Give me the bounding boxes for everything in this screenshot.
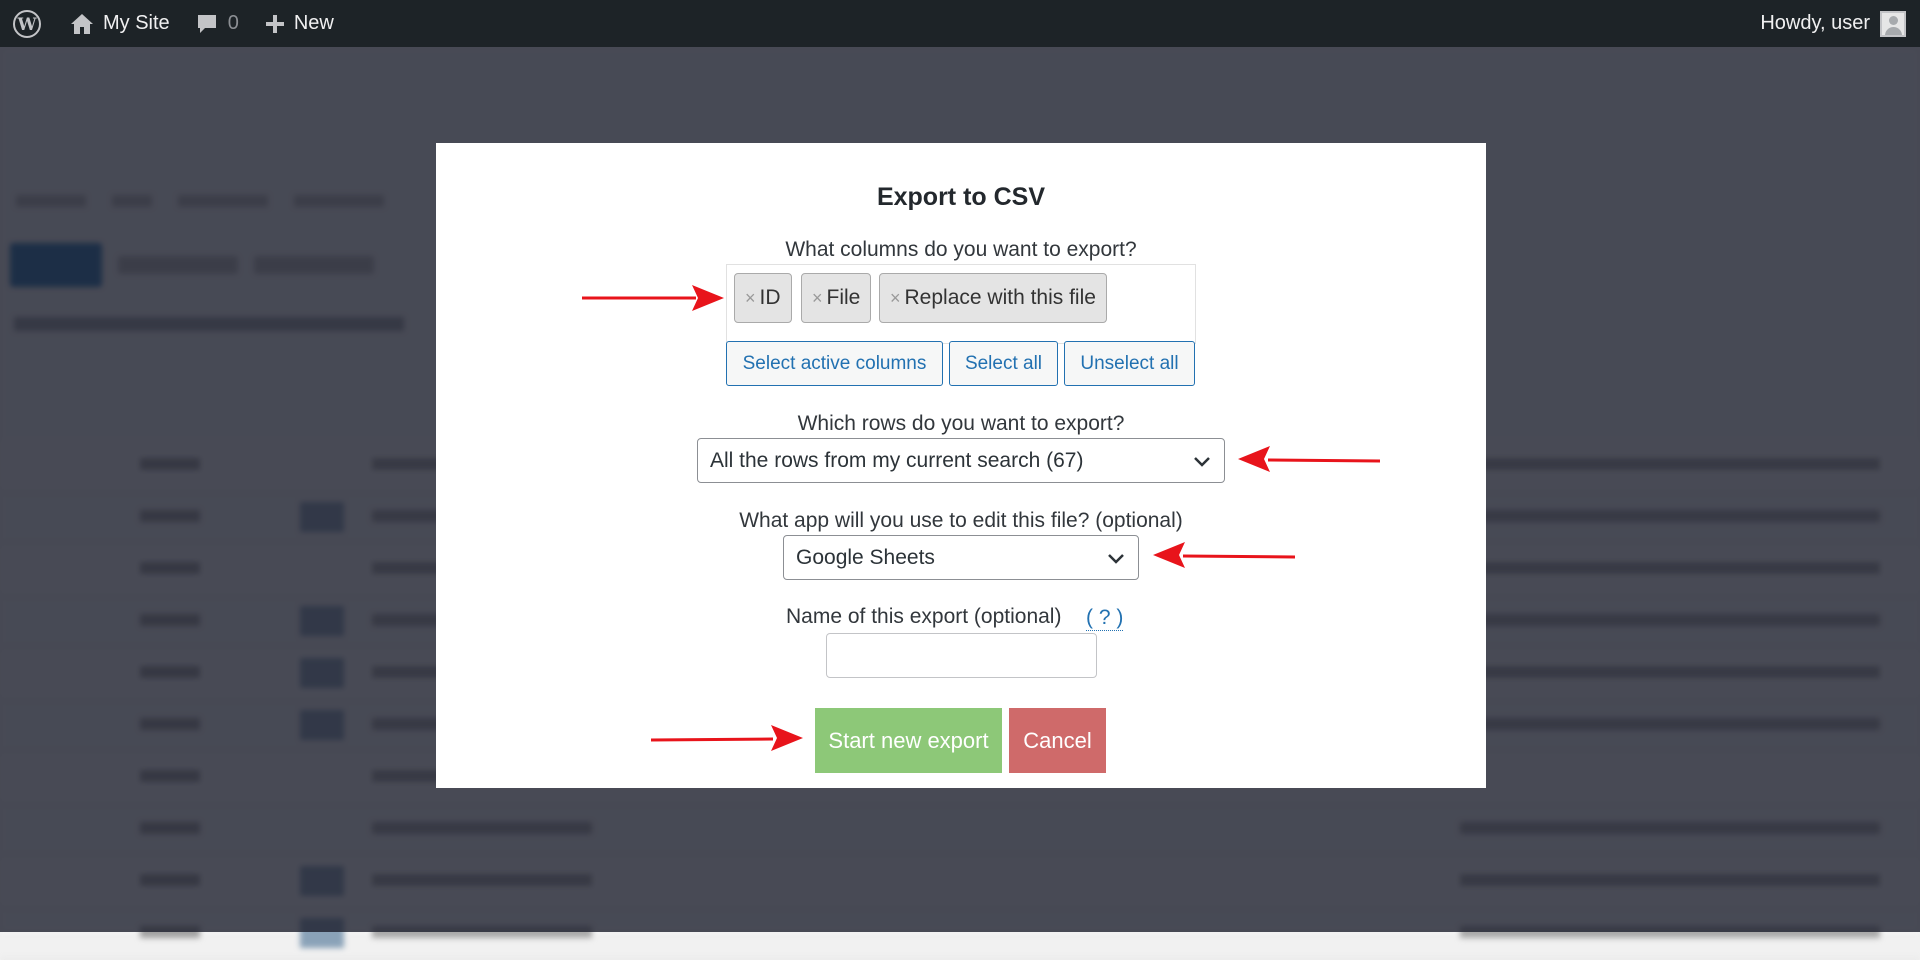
app-question: What app will you use to edit this file?… bbox=[739, 509, 1183, 532]
rows-select-value: All the rows from my current search (67) bbox=[710, 448, 1084, 472]
export-csv-modal: Export to CSV What columns do you want t… bbox=[436, 143, 1486, 788]
plus-icon bbox=[265, 14, 284, 33]
start-new-export-button[interactable]: Start new export bbox=[815, 708, 1002, 773]
remove-tag-icon[interactable]: × bbox=[812, 288, 823, 309]
unselect-all-button[interactable]: Unselect all bbox=[1064, 341, 1195, 386]
my-site-link[interactable]: My Site bbox=[54, 0, 182, 47]
columns-multiselect[interactable]: × ID × File × Replace with this file bbox=[726, 264, 1196, 344]
export-name-input[interactable] bbox=[826, 633, 1097, 678]
chevron-down-icon bbox=[1194, 457, 1210, 467]
column-tag-label: File bbox=[826, 286, 861, 309]
account-menu[interactable]: Howdy, user bbox=[1760, 10, 1920, 37]
wordpress-icon: W bbox=[13, 9, 41, 38]
wordpress-logo-button[interactable]: W bbox=[0, 0, 54, 47]
column-tag-label: Replace with this file bbox=[904, 286, 1096, 309]
select-all-button[interactable]: Select all bbox=[949, 341, 1058, 386]
svg-text:W: W bbox=[16, 15, 37, 35]
modal-title: Export to CSV bbox=[876, 183, 1046, 211]
app-select-value: Google Sheets bbox=[796, 545, 935, 569]
new-content-link[interactable]: New bbox=[251, 0, 346, 47]
comment-icon bbox=[197, 14, 216, 33]
home-icon bbox=[71, 13, 93, 34]
select-active-columns-button[interactable]: Select active columns bbox=[726, 341, 943, 386]
chevron-down-icon bbox=[1108, 554, 1124, 564]
new-label: New bbox=[293, 12, 334, 34]
column-tag-id[interactable]: × ID bbox=[734, 273, 792, 323]
admin-bar: W My Site 0 New Howdy, user bbox=[0, 0, 1920, 47]
columns-question: What columns do you want to export? bbox=[785, 238, 1137, 261]
column-tag-file[interactable]: × File bbox=[801, 273, 871, 323]
comments-link[interactable]: 0 bbox=[182, 0, 251, 47]
howdy-text: Howdy, user bbox=[1760, 12, 1870, 34]
remove-tag-icon[interactable]: × bbox=[890, 288, 901, 309]
rows-select[interactable]: All the rows from my current search (67) bbox=[697, 438, 1225, 483]
avatar bbox=[1880, 10, 1906, 37]
column-tag-label: ID bbox=[759, 286, 781, 309]
remove-tag-icon[interactable]: × bbox=[745, 288, 756, 309]
comments-count: 0 bbox=[227, 12, 239, 34]
cancel-button[interactable]: Cancel bbox=[1009, 708, 1106, 773]
my-site-label: My Site bbox=[103, 12, 170, 34]
column-tag-replace-file[interactable]: × Replace with this file bbox=[879, 273, 1107, 323]
help-tooltip-link[interactable]: ( ? ) bbox=[1086, 606, 1124, 631]
rows-question: Which rows do you want to export? bbox=[797, 412, 1125, 435]
export-name-label: Name of this export (optional) bbox=[786, 605, 1062, 628]
app-select[interactable]: Google Sheets bbox=[783, 535, 1139, 580]
